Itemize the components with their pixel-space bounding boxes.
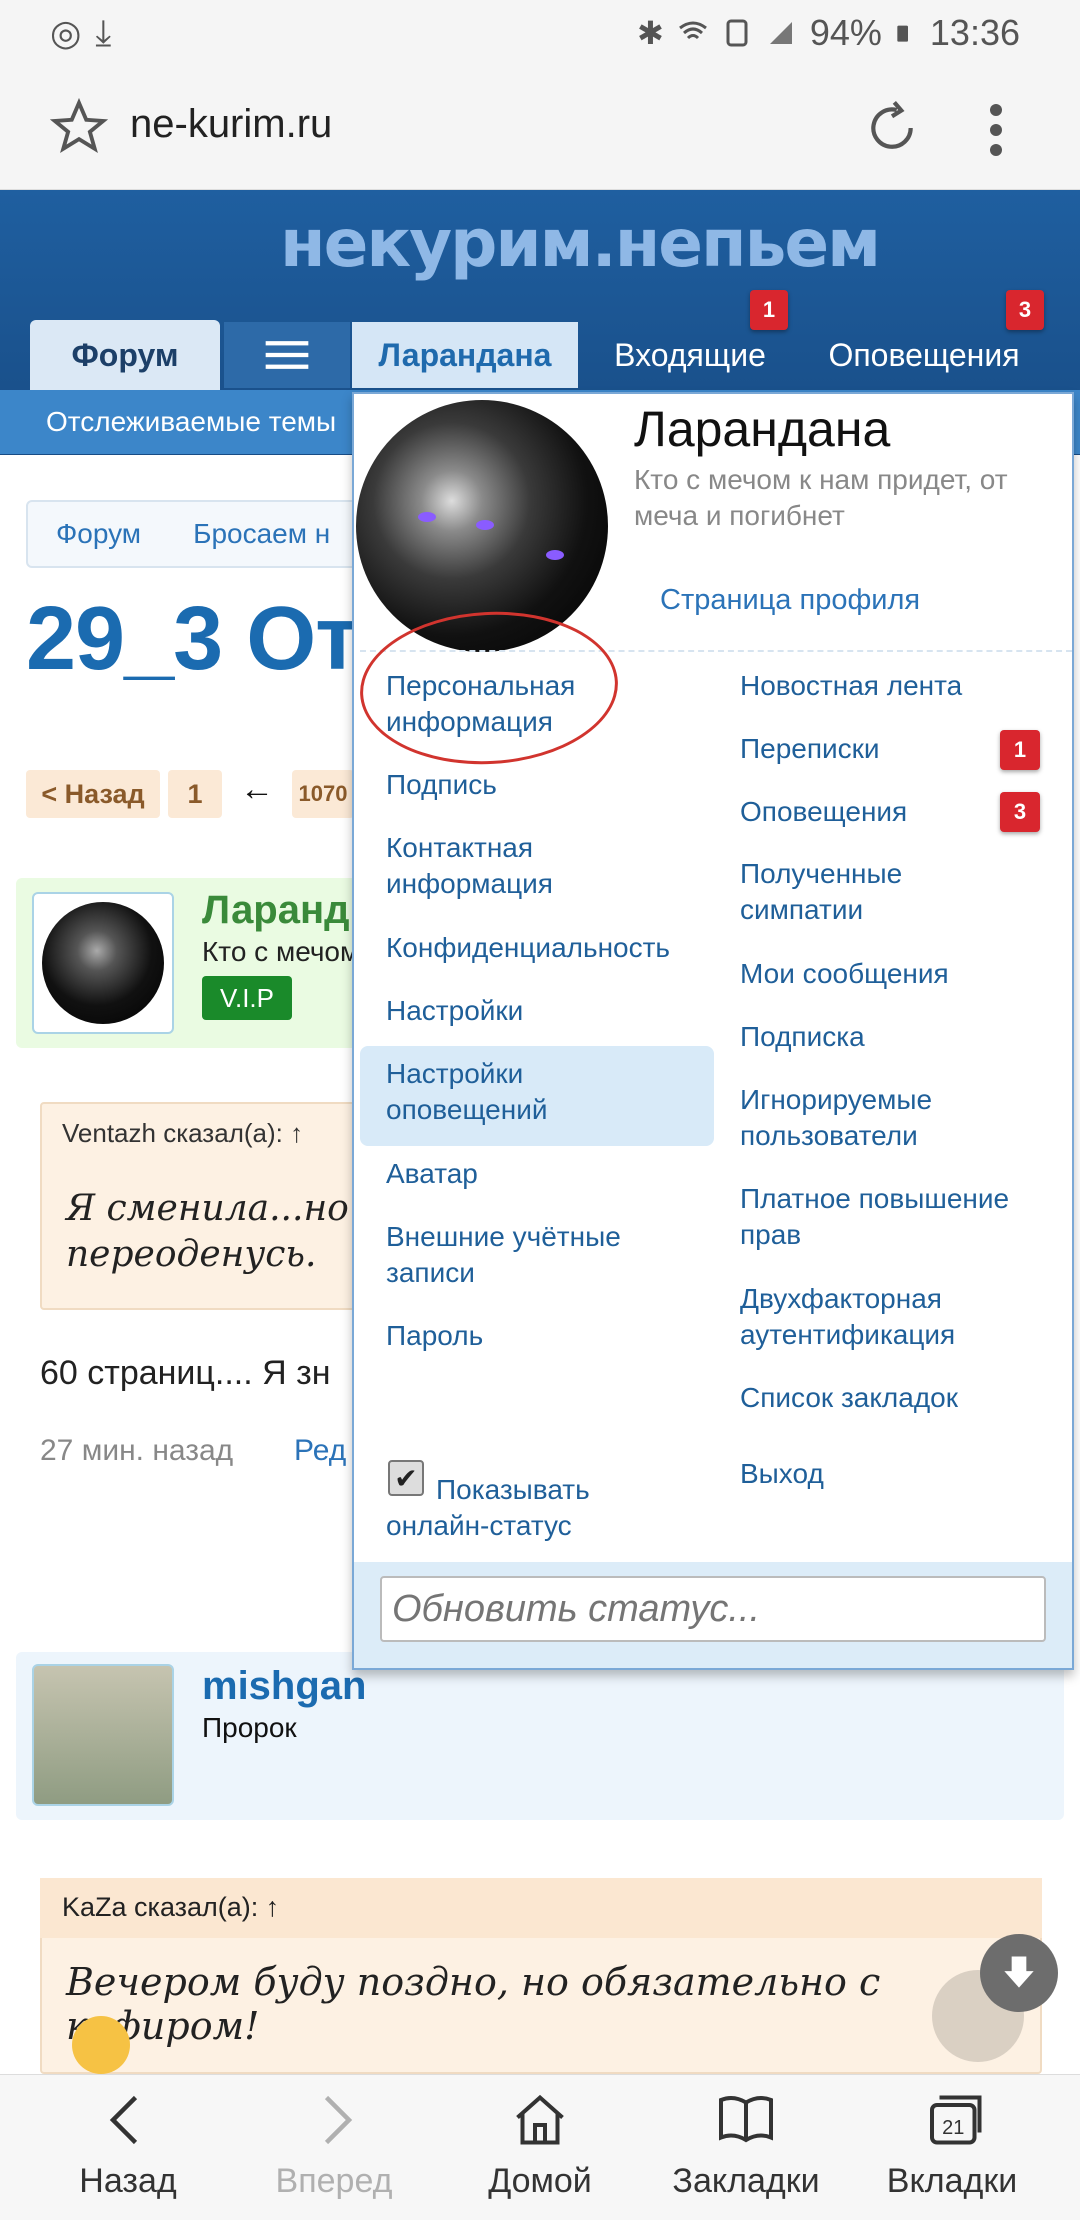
url-field[interactable]: ne-kurim.ru — [130, 102, 332, 147]
smile-emoji-icon — [72, 2016, 130, 2074]
signal-icon — [769, 22, 792, 44]
menu-item-conversations[interactable]: Переписки — [740, 731, 980, 767]
wifi-icon — [678, 21, 707, 40]
post-time[interactable]: 27 мин. назад — [40, 1434, 233, 1468]
online-status-label[interactable]: Показывать онлайн-статус — [386, 1472, 686, 1544]
menu-item-signature[interactable]: Подпись — [386, 767, 686, 803]
menu-item-alert-preferences[interactable]: Настройки оповещений — [386, 1056, 586, 1128]
post-author-title: Кто с мечом — [202, 936, 360, 967]
avatar-eye — [546, 550, 564, 560]
inbox-count-badge: 1 — [750, 290, 788, 330]
bookmark-star-icon[interactable] — [50, 98, 108, 156]
forward-button[interactable]: Вперед — [234, 2090, 434, 2201]
thread-title: 29_3 Отт — [26, 589, 402, 689]
menu-item-alerts[interactable]: Оповещения — [740, 794, 980, 830]
tab-user-account[interactable]: Ларандана — [352, 322, 578, 388]
avatar-eye — [418, 512, 436, 522]
bluetooth-icon: ✱ — [637, 15, 664, 51]
pager-arrow-icon[interactable]: ← — [240, 770, 274, 809]
profile-page-link[interactable]: Страница профиля — [660, 584, 920, 617]
menu-item-external-accounts[interactable]: Внешние учётные записи — [386, 1219, 686, 1291]
clock: 13:36 — [929, 12, 1020, 53]
more-vert-icon[interactable] — [978, 100, 1014, 160]
quote-text: Вечером буду поздно, но обязательно с ке… — [66, 1960, 881, 2048]
notification-icons: ◎⤓ — [50, 12, 125, 55]
breadcrumb-item[interactable]: Бросаем н — [193, 518, 330, 550]
alarm-sync-icon: ◎ — [50, 12, 96, 53]
site-logo[interactable]: некурим.непьем — [280, 205, 881, 282]
status-bar: ◎⤓ ✱ 94% 13:36 — [0, 0, 1080, 66]
home-button[interactable]: Домой — [440, 2090, 640, 2201]
tabs-icon: 21 — [930, 2095, 982, 2145]
reload-icon[interactable] — [864, 100, 920, 156]
subnav-watched-threads[interactable]: Отслеживаемые темы — [46, 406, 336, 438]
svg-text:21: 21 — [942, 2117, 964, 2139]
menu-item-privacy[interactable]: Конфиденциальность — [386, 930, 716, 966]
back-button[interactable]: Назад — [28, 2090, 228, 2201]
pager-back-button[interactable]: < Назад — [26, 770, 160, 818]
forward-label: Вперед — [275, 2162, 393, 2200]
quote-line: переоденусь. — [66, 1234, 317, 1275]
browser-toolbar: ne-kurim.ru — [0, 66, 1080, 190]
home-label: Домой — [488, 2162, 592, 2200]
breadcrumb-item[interactable]: Форум — [56, 518, 141, 550]
menu-item-likes-received[interactable]: Полученные симпатии — [740, 856, 980, 928]
pager-page-1[interactable]: 1 — [168, 770, 222, 818]
vip-badge: V.I.P — [202, 976, 292, 1020]
pager-page-last[interactable]: 1070 — [292, 770, 354, 818]
battery-percent: 94% — [809, 12, 882, 53]
bookmarks-button[interactable]: Закладки — [646, 2090, 846, 2201]
avatar-eye — [476, 520, 494, 530]
back-label: Назад — [79, 2162, 177, 2200]
menu-item-news-feed[interactable]: Новостная лента — [740, 668, 1060, 704]
hamburger-menu-icon[interactable] — [224, 322, 350, 388]
menu-item-bookmarks[interactable]: Список закладок — [740, 1380, 1060, 1416]
status-update-input[interactable] — [380, 1576, 1046, 1642]
post-author-name[interactable]: mishgan — [202, 1664, 366, 1709]
alerts-count-badge: 3 — [1006, 290, 1044, 330]
menu-item-subscription[interactable]: Подписка — [740, 1019, 1060, 1055]
quote-line: Я сменила...но ч — [66, 1188, 383, 1229]
post-author-title: Пророк — [202, 1712, 297, 1743]
menu-item-two-step-auth[interactable]: Двухфакторная аутентификация — [740, 1281, 1020, 1353]
chevron-right-icon — [324, 2095, 353, 2145]
quote-author[interactable]: Ventazh сказал(а): ↑ — [62, 1118, 303, 1149]
tab-inbox[interactable]: Входящие — [590, 322, 790, 388]
menu-item-paid-upgrades[interactable]: Платное повышение прав — [740, 1181, 1050, 1253]
menu-item-contact-info[interactable]: Контактная информация — [386, 830, 626, 902]
menu-item-logout[interactable]: Выход — [740, 1456, 940, 1492]
quote-author[interactable]: KaZa сказал(а): ↑ — [62, 1892, 279, 1923]
breadcrumb: Форум Бросаем н — [26, 500, 366, 568]
download-icon: ⤓ — [95, 12, 126, 53]
tab-forum[interactable]: Форум — [30, 320, 220, 390]
book-icon — [719, 2096, 773, 2143]
avatar[interactable] — [32, 1664, 174, 1806]
tabs-button[interactable]: 21 Вкладки — [852, 2090, 1052, 2201]
menu-item-ignored-users[interactable]: Игнорируемые пользователи — [740, 1082, 980, 1154]
system-icons: ✱ 94% 13:36 — [637, 12, 1020, 54]
tab-alerts[interactable]: Оповещения — [808, 322, 1040, 388]
menu-user-status: Кто с мечом к нам придет, от меча и поги… — [634, 464, 1008, 531]
bookmarks-label: Закладки — [672, 2162, 820, 2200]
quote-text: Я сменила...но ч переоденусь. — [66, 1186, 383, 1278]
post-body: 60 страниц.... Я зн — [40, 1354, 331, 1392]
menu-username: Ларандана — [634, 401, 891, 457]
menu-item-avatar[interactable]: Аватар — [386, 1156, 686, 1192]
menu-item-my-posts[interactable]: Мои сообщения — [740, 956, 1060, 992]
tabs-label: Вкладки — [886, 2162, 1018, 2200]
avatar[interactable] — [32, 892, 174, 1034]
alerts-count-badge: 3 — [1000, 792, 1040, 832]
post-edit-link[interactable]: Ред — [294, 1434, 346, 1468]
conversations-count-badge: 1 — [1000, 730, 1040, 770]
sim-icon — [726, 19, 748, 47]
battery-icon — [897, 25, 908, 42]
menu-item-preferences[interactable]: Настройки — [386, 993, 686, 1029]
menu-item-password[interactable]: Пароль — [386, 1318, 686, 1354]
home-icon — [516, 2094, 564, 2145]
scroll-down-icon[interactable] — [980, 1934, 1058, 2012]
chevron-left-icon — [109, 2095, 138, 2145]
post-author-name[interactable]: Ларанд — [202, 888, 350, 933]
